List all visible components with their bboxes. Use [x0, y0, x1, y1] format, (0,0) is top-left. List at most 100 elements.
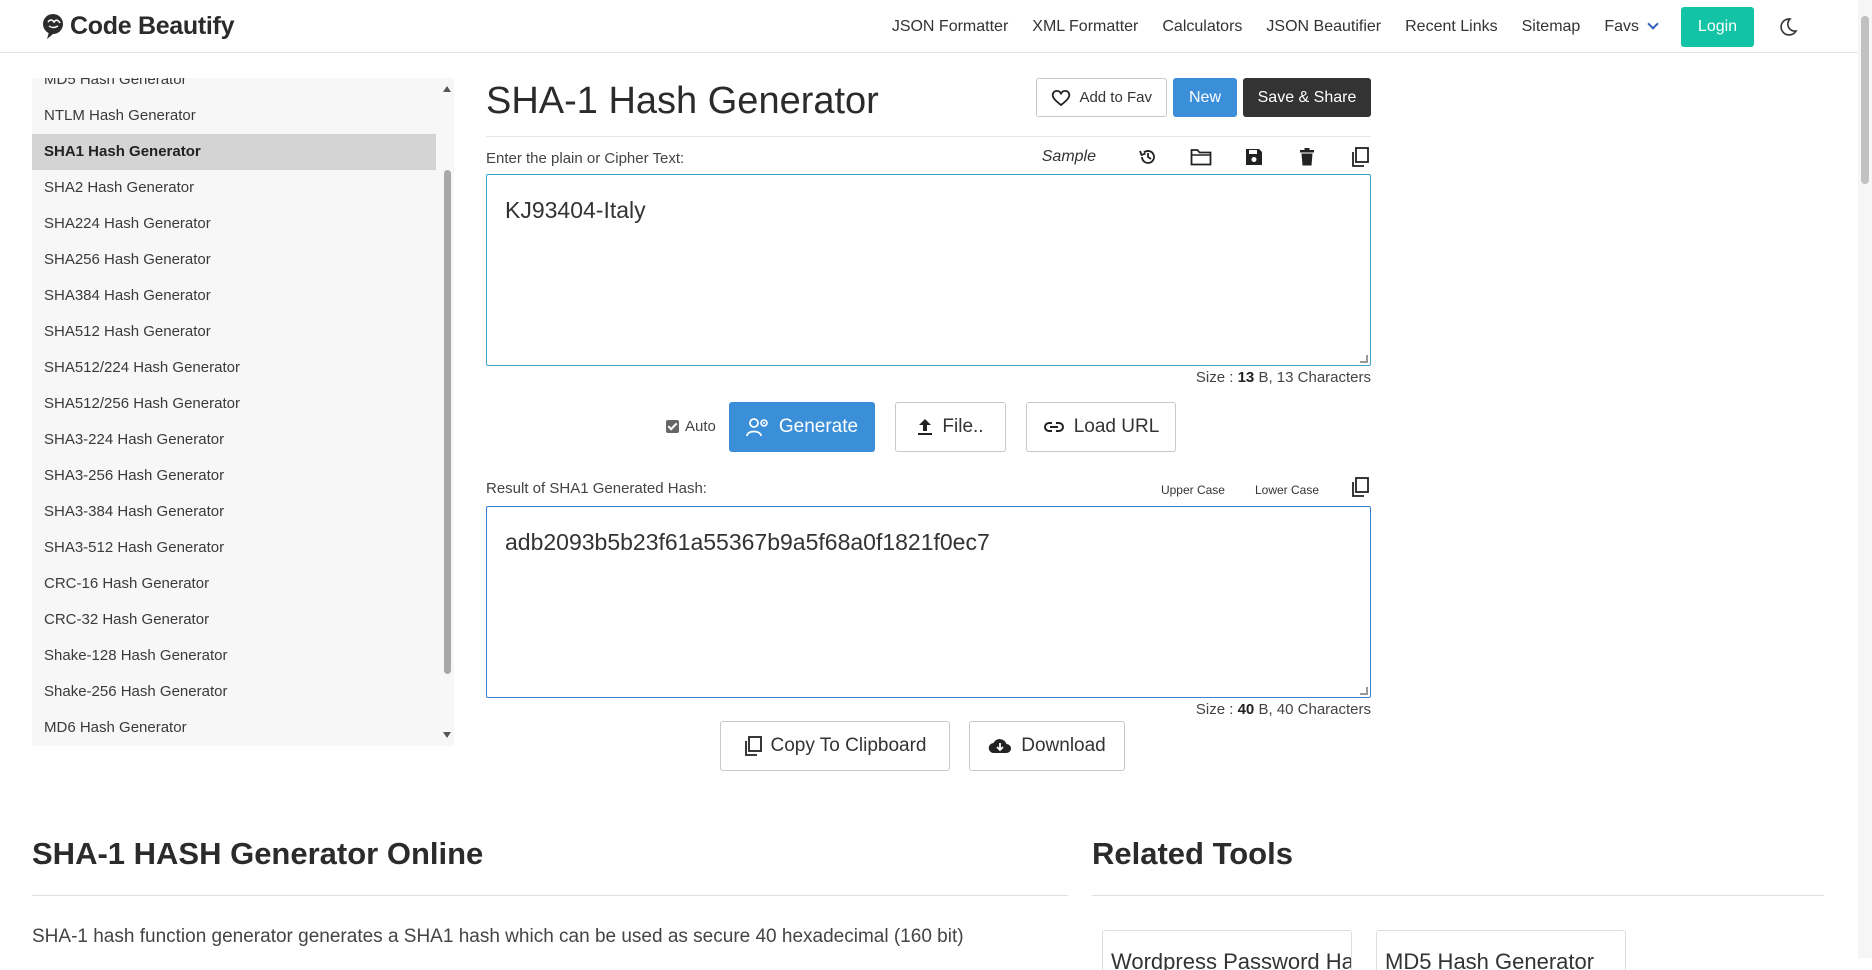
- sidebar-item-sha256[interactable]: SHA256 Hash Generator: [32, 242, 436, 278]
- sidebar-item-sha512-256[interactable]: SHA512/256 Hash Generator: [32, 386, 436, 422]
- input-label: Enter the plain or Cipher Text:: [486, 150, 685, 167]
- login-button[interactable]: Login: [1681, 6, 1754, 47]
- related-tool-title: Wordpress Password Hash: [1111, 949, 1352, 970]
- sidebar-item-sha3-224[interactable]: SHA3-224 Hash Generator: [32, 422, 436, 458]
- nav-json-formatter[interactable]: JSON Formatter: [892, 18, 1008, 36]
- checkbox-checked-icon[interactable]: [666, 420, 679, 433]
- input-size-bytes: 13: [1237, 369, 1255, 386]
- sidebar-scrollbar-thumb[interactable]: [444, 170, 451, 674]
- brand-logo[interactable]: Code Beautify: [40, 12, 234, 41]
- output-size-prefix: Size :: [1195, 701, 1238, 718]
- dark-mode-moon-icon[interactable]: [1778, 17, 1798, 37]
- brand-name: Code Beautify: [70, 12, 235, 40]
- input-size-prefix: Size :: [1195, 369, 1238, 386]
- sidebar-item-md6[interactable]: MD6 Hash Generator: [32, 710, 436, 746]
- trash-icon[interactable]: [1296, 146, 1318, 168]
- output-size-info: Size : 40 B, 40 Characters: [1196, 701, 1371, 718]
- history-icon[interactable]: [1137, 146, 1159, 168]
- sidebar-item-sha3-256[interactable]: SHA3-256 Hash Generator: [32, 458, 436, 494]
- upper-case-button[interactable]: Upper Case: [1161, 483, 1225, 497]
- output-size-bytes: 40: [1237, 701, 1255, 718]
- input-label-row: Enter the plain or Cipher Text: Sample: [486, 146, 1371, 170]
- about-heading: SHA-1 HASH Generator Online: [32, 836, 484, 871]
- sidebar-scrollbar[interactable]: [440, 78, 454, 746]
- related-tool-title: MD5 Hash Generator: [1385, 949, 1595, 970]
- file-label: File..: [942, 416, 984, 437]
- copy-label: Copy To Clipboard: [770, 735, 927, 756]
- nav-recent-links[interactable]: Recent Links: [1405, 18, 1498, 36]
- sidebar-item-shake128[interactable]: Shake-128 Hash Generator: [32, 638, 436, 674]
- sidebar-item-shake256[interactable]: Shake-256 Hash Generator: [32, 674, 436, 710]
- nav-favs-dropdown[interactable]: Favs: [1604, 17, 1659, 36]
- page-scrollbar[interactable]: [1858, 0, 1872, 958]
- related-tool-card[interactable]: MD5 Hash Generator: [1376, 930, 1626, 970]
- resize-handle[interactable]: [1360, 355, 1368, 363]
- download-label: Download: [1021, 735, 1106, 756]
- related-tools-heading: Related Tools: [1092, 836, 1293, 871]
- divider: [486, 136, 1371, 137]
- auto-label: Auto: [685, 418, 716, 435]
- sidebar-item-sha3-384[interactable]: SHA3-384 Hash Generator: [32, 494, 436, 530]
- add-to-fav-label: Add to Fav: [1079, 89, 1152, 106]
- sample-link[interactable]: Sample: [1042, 148, 1096, 166]
- scroll-down-arrow-icon[interactable]: [443, 732, 451, 738]
- plain-text-input[interactable]: KJ93404-Italy: [486, 174, 1371, 366]
- action-row: Auto Generate File.. Load URL: [486, 402, 1371, 454]
- divider: [32, 895, 1068, 896]
- sidebar-item-sha512-224[interactable]: SHA512/224 Hash Generator: [32, 350, 436, 386]
- sidebar-item-sha3-512[interactable]: SHA3-512 Hash Generator: [32, 530, 436, 566]
- load-url-button[interactable]: Load URL: [1026, 402, 1176, 452]
- sidebar-tool-list: MD5 Hash Generator NTLM Hash Generator S…: [32, 78, 454, 746]
- load-url-label: Load URL: [1073, 416, 1160, 437]
- nav-sitemap[interactable]: Sitemap: [1522, 18, 1581, 36]
- copy-result-icon[interactable]: [1349, 476, 1371, 498]
- user-gear-icon: [745, 418, 768, 437]
- page-scrollbar-thumb[interactable]: [1861, 16, 1869, 184]
- new-button[interactable]: New: [1173, 78, 1237, 117]
- sidebar-item-md5[interactable]: MD5 Hash Generator: [32, 78, 436, 98]
- lower-case-button[interactable]: Lower Case: [1255, 483, 1319, 497]
- upload-icon: [918, 419, 933, 435]
- related-tool-card[interactable]: Wordpress Password Hash: [1102, 930, 1352, 970]
- main-nav: JSON Formatter XML Formatter Calculators…: [868, 0, 1798, 53]
- output-actions: Copy To Clipboard Download: [486, 721, 1371, 771]
- sidebar-item-ntlm[interactable]: NTLM Hash Generator: [32, 98, 436, 134]
- input-toolbar: Sample: [1042, 146, 1371, 168]
- sidebar-item-sha1[interactable]: SHA1 Hash Generator: [32, 134, 436, 170]
- open-folder-icon[interactable]: [1190, 146, 1212, 168]
- file-upload-button[interactable]: File..: [895, 402, 1006, 452]
- about-paragraph: SHA-1 hash function generator generates …: [32, 926, 964, 947]
- top-navbar: Code Beautify JSON Formatter XML Formatt…: [0, 0, 1858, 53]
- scroll-up-arrow-icon[interactable]: [443, 86, 451, 92]
- sidebar-item-sha224[interactable]: SHA224 Hash Generator: [32, 206, 436, 242]
- copy-to-clipboard-button[interactable]: Copy To Clipboard: [720, 721, 950, 771]
- hash-output[interactable]: adb2093b5b23f61a55367b9a5f68a0f1821f0ec7: [486, 506, 1371, 698]
- sidebar-item-crc16[interactable]: CRC-16 Hash Generator: [32, 566, 436, 602]
- nav-xml-formatter[interactable]: XML Formatter: [1032, 18, 1138, 36]
- output-text-value: adb2093b5b23f61a55367b9a5f68a0f1821f0ec7: [505, 529, 990, 555]
- nav-json-beautifier[interactable]: JSON Beautifier: [1266, 18, 1381, 36]
- sidebar-item-sha2[interactable]: SHA2 Hash Generator: [32, 170, 436, 206]
- title-actions: Add to Fav New Save & Share: [1036, 78, 1371, 117]
- generate-label: Generate: [778, 416, 859, 437]
- download-button[interactable]: Download: [969, 721, 1125, 771]
- resize-handle[interactable]: [1360, 687, 1368, 695]
- sidebar-item-sha384[interactable]: SHA384 Hash Generator: [32, 278, 436, 314]
- favs-label: Favs: [1604, 17, 1639, 35]
- nav-calculators[interactable]: Calculators: [1162, 18, 1242, 36]
- result-label-row: Result of SHA1 Generated Hash: Upper Cas…: [486, 476, 1371, 500]
- sidebar-item-crc32[interactable]: CRC-32 Hash Generator: [32, 602, 436, 638]
- divider: [1092, 895, 1824, 896]
- sidebar-item-sha512[interactable]: SHA512 Hash Generator: [32, 314, 436, 350]
- generate-button[interactable]: Generate: [729, 402, 875, 452]
- copy-icon[interactable]: [1349, 146, 1371, 168]
- result-label: Result of SHA1 Generated Hash:: [486, 480, 707, 497]
- save-share-button[interactable]: Save & Share: [1243, 78, 1371, 117]
- input-size-info: Size : 13 B, 13 Characters: [1196, 369, 1371, 386]
- add-to-fav-button[interactable]: Add to Fav: [1036, 78, 1167, 117]
- link-icon: [1043, 422, 1064, 432]
- copy-icon: [744, 736, 762, 756]
- sidebar-list: MD5 Hash Generator NTLM Hash Generator S…: [32, 78, 436, 746]
- save-disk-icon[interactable]: [1243, 146, 1265, 168]
- auto-checkbox[interactable]: Auto: [666, 418, 716, 435]
